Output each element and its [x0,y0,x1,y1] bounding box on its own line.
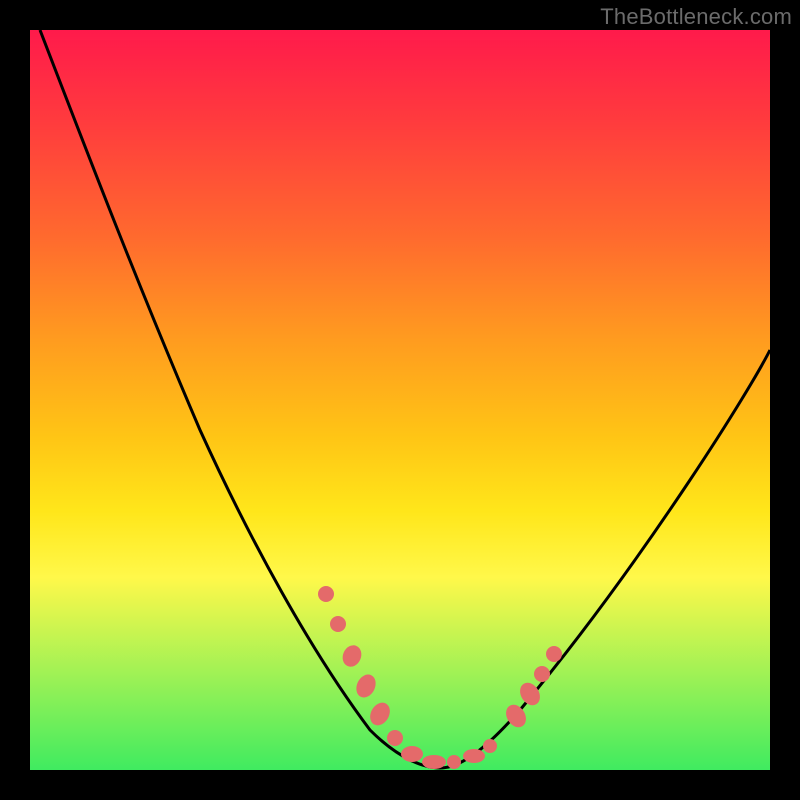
left-curve [40,30,440,768]
dotted-overlay [318,586,562,769]
watermark-text: TheBottleneck.com [600,4,792,30]
right-curve [440,350,770,768]
chart-frame: TheBottleneck.com [0,0,800,800]
plot-area [30,30,770,770]
curve-layer [30,30,770,770]
